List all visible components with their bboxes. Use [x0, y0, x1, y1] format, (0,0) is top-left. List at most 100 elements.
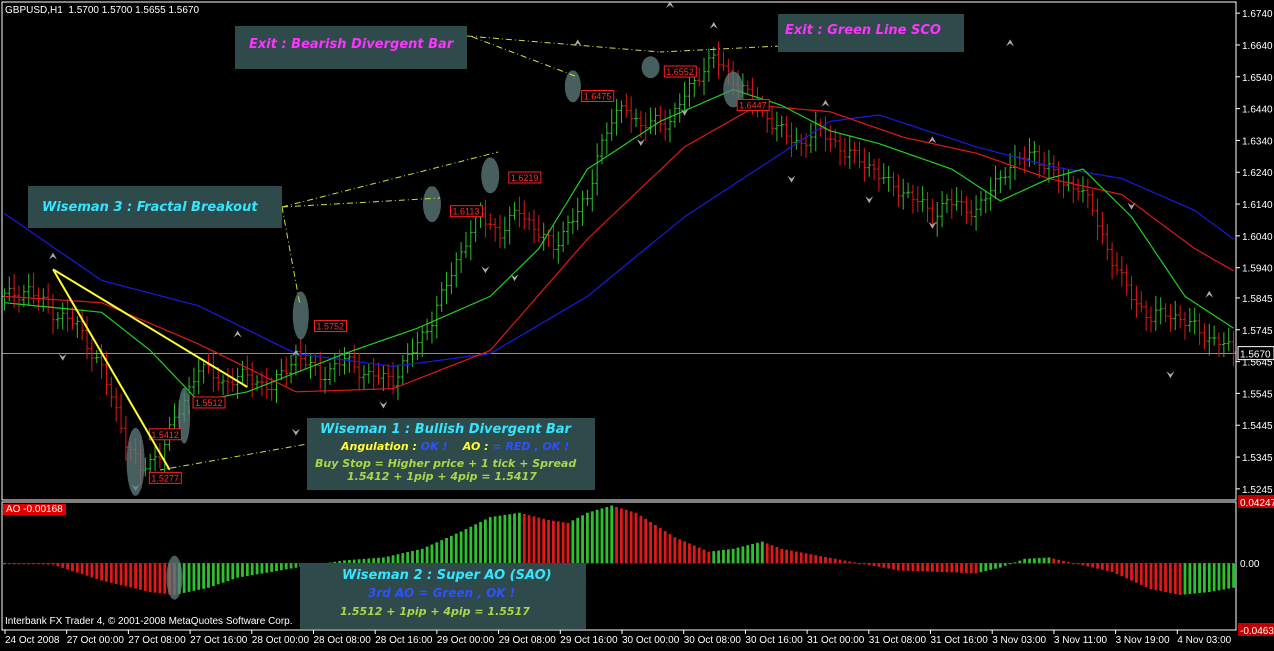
fractal-down-marker — [636, 139, 645, 147]
ao-histogram-bar — [1052, 558, 1056, 564]
ao-panel-frame — [1, 501, 1237, 631]
ao-histogram-bar — [182, 563, 186, 593]
ao-histogram-bar — [1023, 558, 1027, 564]
time-axis-label: 3 Nov 11:00 — [1054, 635, 1108, 646]
time-axis-label: 27 Oct 16:00 — [190, 635, 248, 646]
time-axis-label: 3 Nov 03:00 — [992, 635, 1046, 646]
ao-histogram-bar — [289, 563, 293, 569]
ao-histogram-bar — [420, 548, 424, 564]
ao-histogram-bar — [56, 563, 60, 567]
ao-histogram-bar — [901, 563, 905, 571]
ao-histogram-bar — [1207, 563, 1211, 593]
ao-histogram-bar — [688, 543, 691, 564]
ao-histogram-bar — [906, 563, 910, 571]
ao-histogram-bar — [1081, 563, 1085, 566]
ao-histogram-bar — [1110, 563, 1114, 572]
ao-histogram-bar — [960, 563, 963, 573]
ao-histogram-bar — [532, 516, 536, 564]
time-axis-label: 27 Oct 08:00 — [128, 635, 186, 646]
ao-histogram-bar — [717, 550, 720, 564]
time-axis-label: 29 Oct 00:00 — [437, 635, 495, 646]
ao-histogram-bar — [163, 563, 167, 594]
ao-highlight-ellipse — [166, 555, 183, 600]
note-wiseman1-line2: Angulation : OK ! AO : = RED , OK ! — [307, 437, 595, 453]
ao-histogram-bar — [882, 563, 886, 568]
ao-histogram-bar — [270, 563, 274, 572]
ao-histogram-bar — [794, 551, 798, 564]
ao-histogram-bar — [250, 563, 254, 576]
ao-histogram-bar — [547, 519, 550, 564]
price-level-label: 1.6113 — [453, 207, 480, 217]
fractal-down-marker — [481, 266, 490, 274]
ao-histogram-bar — [41, 563, 45, 565]
ao-histogram-bar — [503, 514, 507, 564]
ao-histogram-bar — [921, 563, 925, 572]
ao-histogram-bar — [819, 556, 823, 564]
fractal-down-marker — [865, 196, 874, 204]
ao-histogram-bar — [746, 545, 750, 564]
ao-histogram-bar — [998, 563, 1002, 568]
ao-histogram-bar — [37, 563, 40, 565]
ao-histogram-bar — [639, 515, 643, 564]
ao-histogram-bar — [678, 539, 682, 564]
ao-histogram-bar — [799, 552, 803, 564]
ao-histogram-bar — [790, 550, 793, 564]
price-level-label: 1.6552 — [666, 67, 694, 77]
ao-histogram-bar — [143, 563, 147, 591]
ao-histogram-bar — [556, 521, 560, 564]
highlight-ellipse — [481, 157, 500, 194]
ao-histogram-bar — [911, 563, 915, 571]
ao-histogram-bar — [153, 563, 157, 593]
ao-histogram-bar — [513, 513, 516, 564]
highlight-ellipse — [292, 291, 309, 340]
ao-histogram-bar — [411, 550, 414, 564]
note-wiseman2-title: Wiseman 2 : Super AO (SAO) — [342, 568, 552, 583]
ao-histogram-bar — [1047, 557, 1051, 564]
note-wiseman2: Wiseman 2 : Super AO (SAO) 3rd AO = Gree… — [300, 563, 586, 629]
note-connector-line — [466, 35, 661, 53]
ao-histogram-bar — [853, 562, 857, 564]
time-axis-label: 28 Oct 00:00 — [252, 635, 310, 646]
ao-histogram-bar — [1066, 562, 1070, 564]
ao-histogram-bar — [780, 548, 784, 564]
ao-histogram-bar — [445, 538, 448, 564]
ao-axis-label: 0.04247 — [1240, 498, 1274, 509]
ao-histogram-bar — [51, 563, 55, 565]
note-wiseman1: Wiseman 1 : Bullish Divergent Bar Angula… — [307, 418, 595, 490]
note-wiseman1-calc: 1.5412 + 1pip + 4pip = 1.5417 — [347, 470, 537, 483]
ao-histogram-bar — [814, 555, 818, 564]
ao-histogram-bar — [765, 543, 769, 564]
ao-histogram-bar — [105, 563, 108, 582]
trendline-steep — [52, 268, 171, 471]
note-exit-bearish: Exit : Bearish Divergent Bar — [235, 26, 467, 69]
ao-histogram-bar — [984, 563, 988, 572]
ao-histogram-bar — [46, 563, 50, 565]
note-exit-bearish-text: Exit : Bearish Divergent Bar — [249, 37, 454, 52]
fractal-down-marker — [1127, 202, 1136, 210]
time-axis-label: 31 Oct 00:00 — [807, 635, 865, 646]
time-axis-label: 4 Nov 03:00 — [1177, 635, 1231, 646]
price-axis-label: 1.6440 — [1242, 105, 1273, 116]
ao-histogram-bar — [1091, 563, 1095, 568]
ao-histogram-bar — [294, 563, 298, 568]
ao-histogram-bar — [527, 515, 531, 564]
symbol-label: GBPUSD,H1 — [5, 5, 63, 16]
ao-histogram-bar — [867, 563, 871, 566]
ao-histogram-bar — [1125, 563, 1129, 579]
price-axis-label: 1.5345 — [1242, 453, 1273, 464]
fractal-down-marker — [1166, 371, 1175, 379]
ao-histogram-bar — [1188, 563, 1192, 594]
ao-histogram-bar — [843, 560, 847, 564]
chart-window: 1.6740 1.6640 1.6540 1.6440 1.6340 1.6240 1.61… — [0, 0, 1274, 647]
ao-histogram-bar — [824, 556, 827, 564]
ao-histogram-bar — [440, 540, 444, 564]
ao-histogram-bar — [697, 547, 701, 564]
ao-label: AO : — [462, 440, 489, 453]
copyright-text: Interbank FX Trader 4, © 2001-2008 MetaQ… — [5, 616, 293, 627]
ao-histogram-bar — [785, 549, 789, 564]
ao-histogram-bar — [284, 563, 288, 570]
ao-histogram-bar — [726, 549, 730, 564]
ao-axis-label: 0.00 — [1240, 559, 1260, 570]
time-axis-label: 31 Oct 08:00 — [869, 635, 927, 646]
ao-histogram-bar — [100, 563, 103, 581]
